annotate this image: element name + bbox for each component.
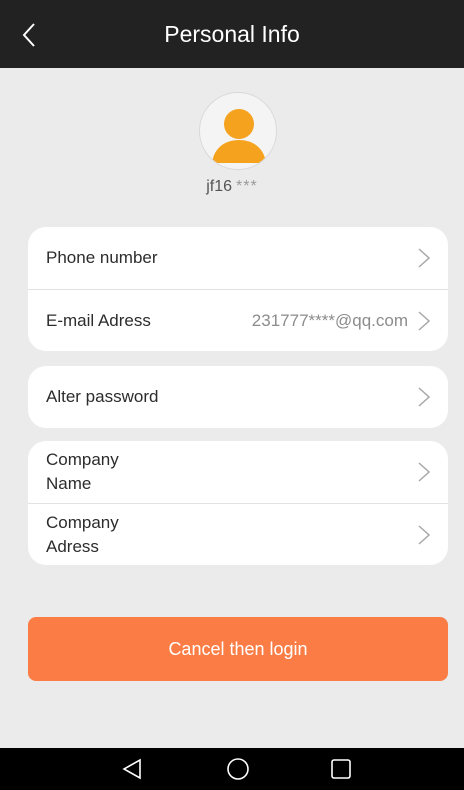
email-address-value: 231777****@qq.com: [251, 310, 408, 330]
chevron-right-icon: [418, 310, 430, 331]
alter-password-row[interactable]: Alter password: [28, 366, 448, 428]
contact-group: Phone number E-mail Adress 231777****@qq…: [28, 227, 448, 351]
chevron-left-icon: [22, 23, 35, 47]
company-name-row[interactable]: Company Name: [28, 441, 448, 503]
system-nav-bar: [0, 748, 464, 790]
square-recent-icon: [331, 759, 351, 779]
username-mask: ***: [236, 178, 258, 195]
company-address-label: Company Adress: [46, 512, 119, 556]
phone-number-row[interactable]: Phone number: [28, 227, 448, 289]
cancel-then-login-button[interactable]: Cancel then login: [28, 617, 448, 681]
nav-recent-button[interactable]: [326, 755, 356, 783]
username: jf16 ***: [0, 178, 464, 196]
company-group: Company Name Company Adress: [28, 441, 448, 565]
page-title: Personal Info: [164, 20, 300, 47]
chevron-right-icon: [418, 248, 430, 268]
nav-back-button[interactable]: [117, 755, 147, 783]
email-address-label: E-mail Adress: [46, 310, 151, 330]
email-address-row[interactable]: E-mail Adress 231777****@qq.com: [28, 289, 448, 351]
alter-password-label: Alter password: [46, 387, 159, 406]
chevron-right-icon: [418, 462, 430, 482]
nav-home-button[interactable]: [223, 755, 253, 783]
password-group: Alter password: [28, 366, 448, 428]
company-name-label: Company Name: [46, 450, 119, 493]
top-bar: Personal Info: [0, 0, 464, 68]
chevron-right-icon: [418, 524, 430, 545]
circle-home-icon: [227, 758, 249, 780]
company-address-row[interactable]: Company Adress: [28, 503, 448, 565]
avatar[interactable]: [199, 92, 277, 170]
back-button[interactable]: [14, 18, 44, 52]
chevron-right-icon: [418, 387, 430, 407]
phone-number-label: Phone number: [46, 248, 158, 267]
username-text: jf16: [206, 178, 233, 195]
user-avatar-icon: [212, 109, 266, 163]
triangle-back-icon: [122, 758, 141, 780]
